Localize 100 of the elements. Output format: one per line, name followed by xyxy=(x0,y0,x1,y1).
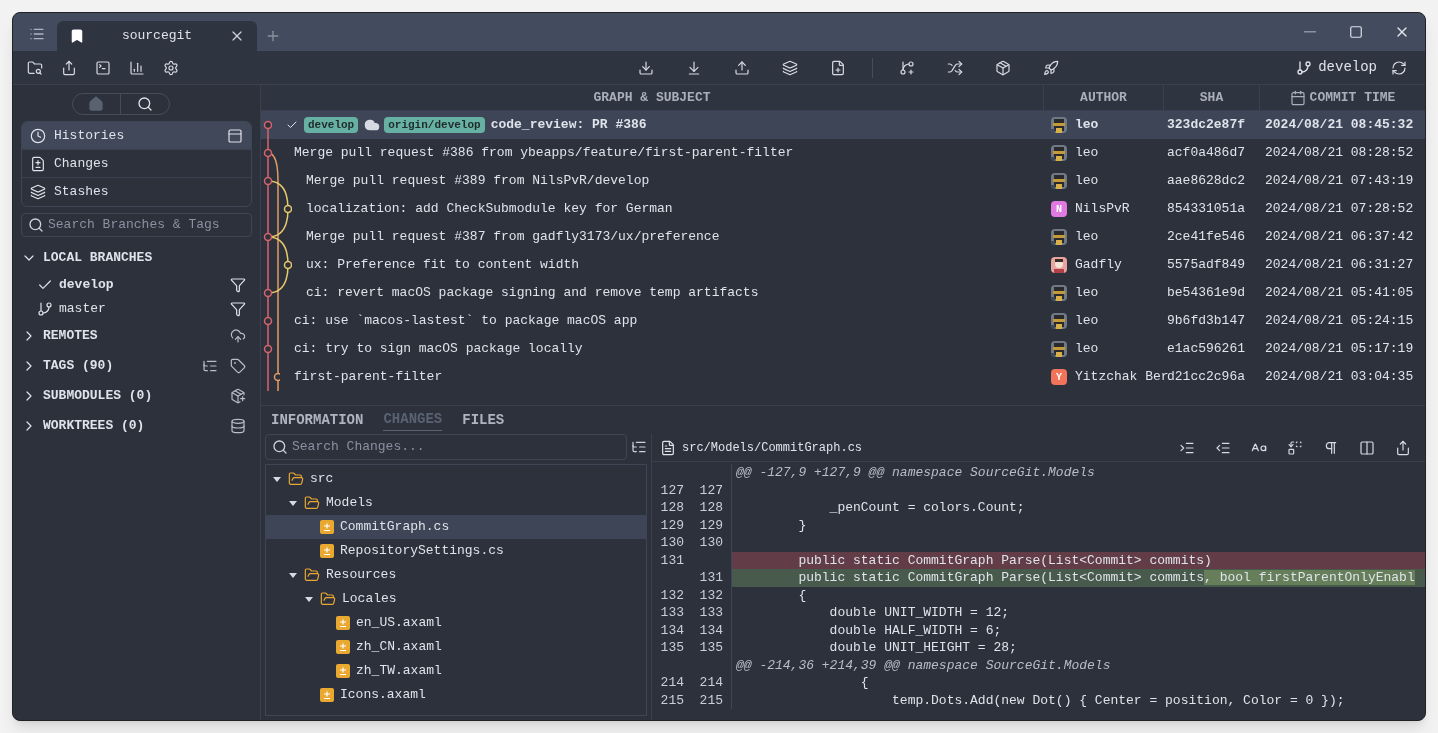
caret-icon[interactable] xyxy=(304,594,314,604)
commit-row[interactable]: first-parent-filter Y Yitzchak Berd21cc2c96a 2024/08/21 03:04:35 xyxy=(261,363,1425,391)
author-name: leo xyxy=(1075,116,1099,135)
folder-row[interactable]: src xyxy=(266,467,646,491)
avatar: Y xyxy=(1051,369,1067,385)
caret-icon[interactable] xyxy=(288,570,298,580)
view-item[interactable]: Stashes xyxy=(22,178,251,206)
branch-item[interactable]: develop xyxy=(21,273,252,297)
folder-row[interactable]: Resources xyxy=(266,563,646,587)
file-row[interactable]: zh_TW.axaml xyxy=(266,659,646,683)
group-header[interactable]: TAGS (90) xyxy=(21,351,252,381)
line-number: 127 xyxy=(699,482,723,498)
commit-sha: e1ac596261 xyxy=(1166,340,1246,359)
branch-tag: develop xyxy=(304,117,359,133)
bookmark-icon xyxy=(69,28,85,44)
commit-time: 2024/08/21 07:28:52 xyxy=(1264,200,1415,219)
folder-icon xyxy=(304,567,320,583)
file-row[interactable]: Icons.axaml xyxy=(266,683,646,707)
commit-time: 2024/08/21 05:24:15 xyxy=(1264,312,1415,331)
list-tree-icon xyxy=(631,439,647,455)
commit-subject: ci: revert macOS package signing and remove temp artifacts xyxy=(306,284,759,303)
line-number: 130 xyxy=(699,535,723,550)
view-item[interactable]: Histories xyxy=(22,122,251,150)
group-header[interactable]: SUBMODULES (0) xyxy=(21,381,252,411)
stack-icon xyxy=(30,184,46,200)
line-number: 131 xyxy=(660,552,684,568)
file-row[interactable]: en_US.axaml xyxy=(266,611,646,635)
code-line: { xyxy=(859,674,870,692)
menu-icon xyxy=(29,26,45,42)
avatar: N xyxy=(1051,201,1067,217)
line-number: 130 xyxy=(660,535,684,550)
modified-file-icon xyxy=(336,664,350,678)
file-path: src/Models/CommitGraph.cs xyxy=(682,439,864,457)
layout-icon xyxy=(227,127,243,144)
line-number: 133 xyxy=(699,605,723,620)
commit-time: 2024/08/21 05:17:19 xyxy=(1264,340,1415,359)
search-icon xyxy=(272,439,288,455)
commit-time: 2024/08/21 08:28:52 xyxy=(1264,144,1415,163)
line-number: 135 xyxy=(699,640,723,655)
author-name: Gadfly xyxy=(1075,256,1122,275)
commit-time: 2024/08/21 06:31:27 xyxy=(1264,256,1415,275)
detail-tab[interactable]: INFORMATION xyxy=(271,409,364,431)
folder-icon xyxy=(304,495,320,511)
filter-icon xyxy=(230,301,246,317)
group-header[interactable]: REMOTES xyxy=(21,321,252,351)
plus-icon xyxy=(265,28,281,44)
commit-sha: aae8628dc2 xyxy=(1166,172,1246,191)
folder-row[interactable]: Locales xyxy=(266,587,646,611)
changes-search-field[interactable]: Search Changes... xyxy=(265,434,627,460)
package-add-icon xyxy=(230,388,246,404)
folder-icon xyxy=(288,471,304,487)
commit-subject: Merge pull request #387 from gadfly3173/ux/preference xyxy=(306,228,720,247)
view-item[interactable]: Changes xyxy=(22,150,251,178)
hunk-header: @@ -214,36 +214,39 @@ namespace SourceGit.Models xyxy=(735,656,1112,674)
commit-row[interactable]: develop origin/develop code_review: PR #386 leo 323dc2e87f 2024/08/21 08:45:32 xyxy=(261,111,1425,139)
file-row[interactable]: zh_CN.axaml xyxy=(266,635,646,659)
line-number: 129 xyxy=(699,517,723,533)
list-tree-icon xyxy=(202,358,218,374)
branch-search-field[interactable]: Search Branches & Tags xyxy=(21,213,252,237)
maximize-icon xyxy=(1349,25,1363,39)
line-number: 127 xyxy=(660,482,684,498)
folder-row[interactable]: Models xyxy=(266,491,646,515)
column-header[interactable]: GRAPH & SUBJECT xyxy=(261,85,1043,110)
filter-icon xyxy=(230,277,246,293)
detail-tab[interactable]: FILES xyxy=(462,409,505,431)
commit-sha: be54361e9d xyxy=(1166,284,1246,303)
branch-icon xyxy=(1296,59,1313,76)
commit-time: 2024/08/21 03:04:35 xyxy=(1264,368,1415,387)
line-number: 128 xyxy=(699,500,723,515)
current-branch-button[interactable]: develop xyxy=(1296,57,1377,78)
code-line: temp.Dots.Add(new Dot() { Center = position, Color = 0 }); xyxy=(891,691,1346,709)
line-number: 214 xyxy=(699,675,723,690)
commit-subject: localization: add CheckSubmodule key for German xyxy=(306,200,673,219)
column-header[interactable]: AUTHOR xyxy=(1043,85,1163,110)
column-header[interactable]: COMMIT TIME xyxy=(1259,85,1425,110)
commit-time: 2024/08/21 05:41:05 xyxy=(1264,284,1415,303)
repository-tab[interactable]: sourcegit xyxy=(57,21,257,51)
commit-subject: ci: use `macos-lastest` to package macOS app xyxy=(294,312,638,331)
author-name: leo xyxy=(1075,228,1099,247)
group-header[interactable]: LOCAL BRANCHES xyxy=(21,243,252,273)
caret-icon[interactable] xyxy=(272,474,282,484)
line-number: 215 xyxy=(699,692,723,708)
search-icon xyxy=(136,96,153,112)
file-row[interactable]: RepositorySettings.cs xyxy=(266,539,646,563)
commit-subject: ux: Preference fit to content width xyxy=(306,256,580,275)
author-name: Yitzchak Ber xyxy=(1075,368,1169,387)
commit-graph-drawing xyxy=(262,335,280,363)
modified-file-icon xyxy=(336,640,350,654)
group-header[interactable]: WORKTREES (0) xyxy=(21,411,252,441)
code-line: double UNIT_HEIGHT = 28; xyxy=(828,639,1018,657)
author-name: leo xyxy=(1075,172,1099,191)
changes-icon xyxy=(30,155,46,172)
modified-file-icon xyxy=(320,688,334,702)
column-header[interactable]: SHA xyxy=(1163,85,1259,110)
file-row[interactable]: CommitGraph.cs xyxy=(266,515,646,539)
line-number: 133 xyxy=(660,605,684,620)
calendar-icon xyxy=(1289,89,1306,106)
line-number: 129 xyxy=(660,517,684,533)
branch-item[interactable]: master xyxy=(21,297,252,321)
caret-icon[interactable] xyxy=(288,498,298,508)
